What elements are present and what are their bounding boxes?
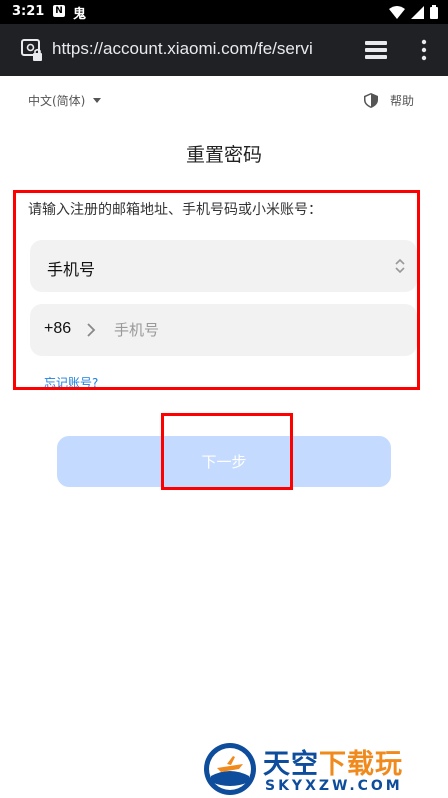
phone-number-row: +86	[30, 304, 417, 356]
watermark-title-part1: 天空	[263, 749, 319, 780]
app-notification-icon: 鬼	[73, 7, 87, 22]
account-type-select[interactable]: 手机号	[30, 240, 417, 292]
language-selector[interactable]: 中文(简体)	[28, 92, 102, 109]
battery-icon	[430, 5, 438, 19]
help-link[interactable]: 帮助	[364, 92, 414, 109]
notification-badge-icon: N	[53, 5, 65, 17]
site-info-lock-icon[interactable]	[20, 38, 44, 62]
signal-icon	[411, 5, 424, 19]
overflow-menu-icon[interactable]	[420, 38, 428, 62]
wifi-icon	[389, 5, 405, 19]
dropdown-caret-icon	[93, 98, 102, 103]
country-code-selector[interactable]: +86	[44, 320, 71, 338]
chevron-right-icon[interactable]	[86, 322, 96, 338]
watermark-logo-icon	[204, 743, 256, 795]
up-down-chevron-icon	[395, 258, 405, 274]
language-label: 中文(简体)	[28, 94, 86, 108]
watermark-subtitle: SKYXZW.COM	[265, 778, 403, 794]
site-watermark: 天空下载玩 SKYXZW.COM	[203, 742, 443, 796]
status-time: 3:21	[12, 4, 45, 19]
next-step-button[interactable]: 下一步	[57, 436, 391, 487]
watermark-title-part2: 下载玩	[319, 749, 403, 780]
account-type-value: 手机号	[47, 260, 96, 279]
forgot-account-link[interactable]: 忘记账号?	[44, 374, 98, 391]
shield-icon	[364, 93, 378, 108]
watermark-title: 天空下载玩	[263, 742, 403, 781]
status-indicators	[389, 5, 438, 19]
url-text[interactable]: https://account.xiaomi.com/fe/servi	[52, 39, 344, 59]
status-bar: 3:21 N 鬼	[0, 0, 448, 24]
phone-number-input[interactable]	[114, 314, 404, 346]
browser-url-bar: https://account.xiaomi.com/fe/servi	[0, 24, 448, 76]
instruction-text: 请输入注册的邮箱地址、手机号码或小米账号：	[28, 202, 322, 218]
page-title: 重置密码	[185, 144, 262, 166]
tab-switcher-icon[interactable]	[363, 38, 389, 62]
help-label: 帮助	[390, 94, 415, 108]
